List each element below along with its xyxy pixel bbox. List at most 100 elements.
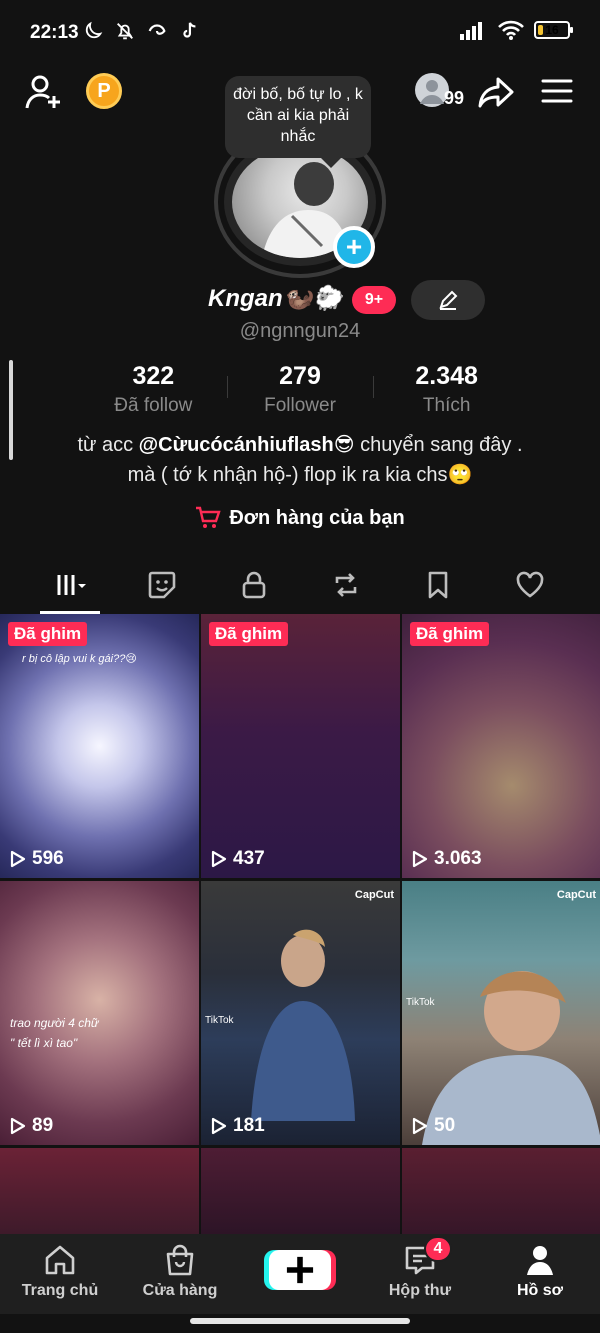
- video-grid: Đã ghim r bị cô lập vui k gái??😢 596 Đã …: [0, 614, 600, 1236]
- video-caption: trao người 4 chữ " tết lì xì tao": [10, 1016, 99, 1050]
- pinned-badge: Đã ghim: [209, 622, 289, 646]
- plus-icon: [286, 1256, 314, 1284]
- followers-label: Follower: [264, 395, 336, 416]
- orders-link[interactable]: Đơn hàng của bạn: [0, 506, 600, 530]
- heart-icon: [516, 571, 544, 598]
- tab-private[interactable]: [208, 556, 300, 614]
- name-row: Kngan🦦🐑 9+: [0, 280, 600, 320]
- followers-stat[interactable]: 279 Follower: [226, 362, 374, 418]
- profile-stats: 322 Đã follow 279 Follower 2.348 Thích: [80, 362, 520, 418]
- following-label: Đã follow: [114, 395, 193, 416]
- display-name-emojis: 🦦🐑: [282, 285, 343, 312]
- bio-line-1: từ acc @Cừucócánhiuflash😎 chuyển sang đâ…: [20, 430, 580, 460]
- following-stat[interactable]: 322 Đã follow: [80, 362, 227, 418]
- video-tile[interactable]: Đã ghim r bị cô lập vui k gái??😢 596: [0, 614, 199, 878]
- view-count: 89: [10, 1115, 53, 1137]
- profile-note-bubble[interactable]: đời bố, bố tự lo , k cần ai kia phải nhắ…: [225, 76, 371, 168]
- nav-profile-label: Hồ sơ: [516, 1282, 564, 1299]
- status-bar: 22:13 16: [0, 0, 600, 66]
- status-left-icons: [82, 20, 200, 42]
- coin-icon[interactable]: P: [86, 73, 122, 109]
- friends-visitors-button[interactable]: 99: [414, 72, 470, 112]
- repost-icon: [335, 573, 357, 597]
- tab-reposts[interactable]: [300, 556, 392, 614]
- username-handle: @ngnngun24: [239, 320, 361, 342]
- tab-favorites[interactable]: [392, 556, 484, 614]
- nav-profile[interactable]: Hồ sơ: [480, 1234, 600, 1314]
- sticker-icon: [148, 571, 176, 599]
- likes-stat[interactable]: 2.348 Thích: [373, 362, 520, 418]
- likes-label: Thích: [422, 395, 471, 416]
- view-count-value: 3.063: [434, 848, 482, 869]
- video-tile[interactable]: CapCut TikTok 181: [201, 881, 400, 1145]
- tab-liked[interactable]: [484, 556, 576, 614]
- tab-videos[interactable]: [24, 556, 116, 614]
- bookmark-icon: [428, 571, 448, 599]
- signal-icon: [460, 22, 482, 40]
- videos-grid-icon: [57, 575, 86, 595]
- add-friend-icon[interactable]: [24, 72, 64, 112]
- nav-home-label: Trang chủ: [21, 1282, 99, 1299]
- battery-icon: 16: [534, 21, 573, 39]
- battery-level: 16: [545, 23, 559, 37]
- profile-icon: [527, 1246, 553, 1275]
- bio-prefix: từ acc: [77, 434, 139, 456]
- video-tile[interactable]: [402, 1148, 600, 1236]
- moon-icon: [85, 21, 103, 39]
- lock-icon: [242, 571, 266, 599]
- home-icon: [45, 1245, 75, 1275]
- edit-profile-button[interactable]: [411, 280, 485, 320]
- play-icon: [211, 1117, 227, 1135]
- menu-icon[interactable]: [540, 74, 574, 108]
- video-tile[interactable]: [0, 1148, 199, 1236]
- wifi-icon: [498, 20, 524, 40]
- battery-fill: [538, 25, 544, 35]
- nav-inbox[interactable]: 4 Hộp thư: [360, 1234, 480, 1314]
- view-count: 437: [211, 848, 265, 870]
- video-tile[interactable]: Đã ghim 437: [201, 614, 400, 878]
- tiktok-watermark: TikTok: [205, 1015, 234, 1026]
- play-icon: [211, 850, 227, 868]
- status-time: 22:13: [30, 22, 79, 43]
- pinned-badge: Đã ghim: [410, 622, 490, 646]
- play-icon: [10, 850, 26, 868]
- video-tile[interactable]: CapCut TikTok 50: [402, 881, 600, 1145]
- view-count-value: 596: [32, 848, 64, 869]
- view-count: 50: [412, 1115, 455, 1137]
- shopping-bag-icon: [166, 1244, 194, 1276]
- bio-mention[interactable]: @Cừucócánhiuflash😎: [139, 434, 355, 456]
- view-count: 181: [211, 1115, 265, 1137]
- pinned-badge: Đã ghim: [8, 622, 88, 646]
- display-name-text: Kngan: [208, 285, 283, 312]
- inbox-badge: 4: [424, 1236, 452, 1262]
- nav-home[interactable]: Trang chủ: [0, 1234, 120, 1314]
- profile-bio: từ acc @Cừucócánhiuflash😎 chuyển sang đâ…: [20, 430, 580, 490]
- view-count: 596: [10, 848, 64, 870]
- person-silhouette: [251, 929, 355, 1121]
- add-avatar-button[interactable]: +: [333, 226, 375, 268]
- scroll-indicator: [9, 360, 13, 460]
- nav-shop[interactable]: Cửa hàng: [120, 1234, 240, 1314]
- view-count: 3.063: [412, 848, 482, 870]
- followers-count: 279: [279, 362, 321, 390]
- capcut-watermark: CapCut: [354, 889, 394, 901]
- bio-suffix: chuyển sang đây .: [354, 434, 523, 456]
- notification-badge[interactable]: 9+: [352, 286, 396, 314]
- video-tile[interactable]: Đã ghim 3.063: [402, 614, 600, 878]
- tab-stickers[interactable]: [116, 556, 208, 614]
- play-icon: [10, 1117, 26, 1135]
- pencil-icon: [439, 290, 458, 310]
- view-count-value: 181: [233, 1115, 265, 1136]
- bottom-navigation: Trang chủ Cửa hàng 4 Hộp thư Hồ sơ: [0, 1234, 600, 1314]
- orders-label: Đơn hàng của bạn: [229, 506, 405, 529]
- status-right-icons: 16: [460, 20, 573, 40]
- share-icon[interactable]: [476, 72, 516, 112]
- bio-line-2: mà ( tớ k nhận hộ-) flop ik ra kia chs🙄: [127, 464, 473, 486]
- capcut-watermark: CapCut: [556, 889, 596, 901]
- create-button[interactable]: [269, 1250, 331, 1290]
- home-indicator[interactable]: [190, 1318, 410, 1324]
- video-tile[interactable]: [201, 1148, 400, 1236]
- video-tile[interactable]: trao người 4 chữ " tết lì xì tao" 89: [0, 881, 199, 1145]
- nav-create[interactable]: [240, 1234, 360, 1314]
- nav-shop-label: Cửa hàng: [142, 1282, 218, 1299]
